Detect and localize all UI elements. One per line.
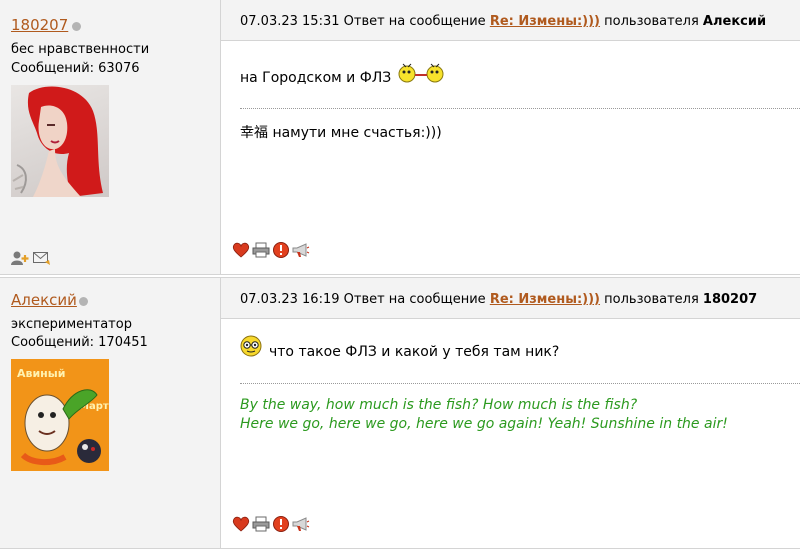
megaphone-icon[interactable] [292, 242, 310, 258]
send-message-icon[interactable] [33, 250, 51, 266]
post-actions [232, 242, 310, 258]
forum-post: Алексий экспериментатор Сообщений: 17045… [0, 277, 800, 549]
post-body-text: что такое ФЛЗ и какой у тебя там ник? [269, 344, 560, 360]
author-username[interactable]: 180207 [11, 16, 68, 34]
kiss-smileys-icon [397, 62, 445, 88]
author-rank: бес нравственности [11, 42, 150, 57]
signature-separator [240, 383, 800, 384]
post-content: 07.03.23 15:31 Ответ на сообщение Re: Из… [221, 0, 800, 274]
avatar[interactable] [11, 85, 109, 197]
like-heart-icon[interactable] [232, 242, 250, 258]
signature: 幸福 намути мне счастья:))) [240, 125, 442, 141]
signature-separator [240, 108, 800, 109]
status-offline-icon [72, 22, 81, 31]
post-body: на Городском и ФЛЗ [240, 70, 391, 86]
author-message-count: Сообщений: 63076 [11, 61, 140, 76]
author-panel: 180207 бес нравственности Сообщений: 630… [0, 0, 221, 274]
add-friend-icon[interactable] [11, 250, 29, 266]
reply-user[interactable]: Алексий [703, 14, 766, 29]
author-username[interactable]: Алексий [11, 291, 77, 309]
author-panel: Алексий экспериментатор Сообщений: 17045… [0, 278, 221, 548]
reply-link[interactable]: Re: Измены:))) [490, 14, 600, 29]
reply-user[interactable]: 180207 [703, 292, 757, 307]
reply-prefix: Ответ на сообщение [343, 292, 486, 307]
post-actions [232, 516, 310, 532]
like-heart-icon[interactable] [232, 516, 250, 532]
print-icon[interactable] [252, 242, 270, 258]
post-header: 07.03.23 16:19 Ответ на сообщение Re: Из… [221, 278, 800, 319]
post-header: 07.03.23 15:31 Ответ на сообщение Re: Из… [221, 0, 800, 41]
report-icon[interactable] [272, 516, 290, 532]
author-message-count: Сообщений: 170451 [11, 335, 148, 350]
avatar[interactable]: Авиный Март [11, 359, 109, 471]
megaphone-icon[interactable] [292, 516, 310, 532]
svg-text:Авиный: Авиный [17, 367, 65, 380]
forum-post: 180207 бес нравственности Сообщений: 630… [0, 0, 800, 275]
print-icon[interactable] [252, 516, 270, 532]
status-offline-icon [79, 297, 88, 306]
reply-link[interactable]: Re: Измены:))) [490, 292, 600, 307]
reply-user-prefix: пользователя [604, 292, 699, 307]
post-timestamp: 07.03.23 16:19 [240, 292, 340, 307]
reply-user-prefix: пользователя [604, 14, 699, 29]
post-content: 07.03.23 16:19 Ответ на сообщение Re: Из… [221, 278, 800, 548]
post-body-text: на Городском и ФЛЗ [240, 70, 392, 86]
signature-line: Here we go, here we go, here we go again… [240, 416, 728, 432]
signature-line: By the way, how much is the fish? How mu… [240, 397, 638, 413]
reply-prefix: Ответ на сообщение [343, 14, 486, 29]
report-icon[interactable] [272, 242, 290, 258]
nerd-smiley-icon [240, 335, 262, 361]
author-rank: экспериментатор [11, 317, 132, 332]
post-timestamp: 07.03.23 15:31 [240, 14, 340, 29]
